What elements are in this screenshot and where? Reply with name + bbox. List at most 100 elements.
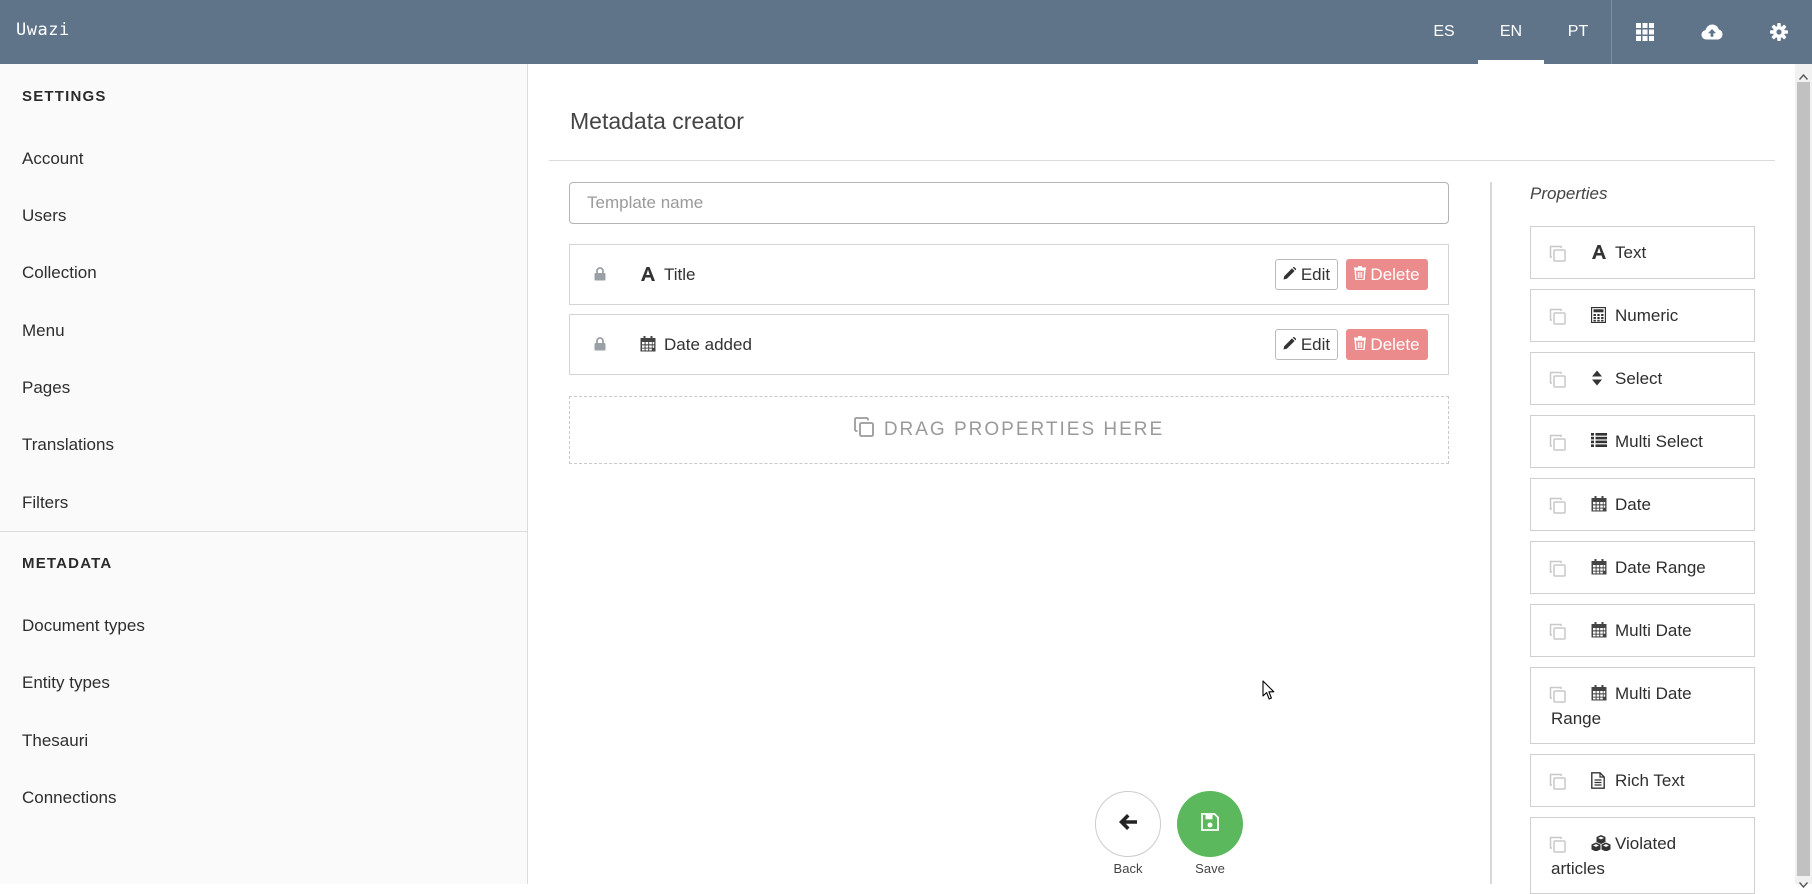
property-option-date-range[interactable]: Date Range	[1530, 541, 1755, 594]
sort-icon	[1591, 370, 1603, 391]
property-row-title[interactable]: Title Edit Delete	[569, 244, 1449, 305]
sidebar-item-filters[interactable]: Filters	[22, 493, 68, 513]
property-option-numeric[interactable]: Numeric	[1530, 289, 1755, 342]
settings-heading: SETTINGS	[22, 88, 107, 105]
language-es[interactable]: ES	[1411, 0, 1477, 64]
sidebar-item-document-types[interactable]: Document types	[22, 616, 145, 636]
cubes-icon	[1591, 835, 1611, 856]
properties-heading: Properties	[1530, 184, 1608, 203]
back-label: Back	[1113, 861, 1143, 876]
calendar-icon	[1591, 622, 1607, 643]
property-label: Date added	[664, 335, 752, 354]
property-dropzone[interactable]: DRAG PROPERTIES HERE	[569, 396, 1449, 464]
copy-icon	[1549, 308, 1566, 330]
top-navbar: Uwazi ES EN PT	[0, 0, 1812, 64]
property-option-label: Multi Select	[1615, 432, 1703, 451]
settings-sidebar: SETTINGS Account Users Collection Menu P…	[0, 64, 528, 884]
mouse-pointer-icon	[1262, 680, 1275, 706]
dropzone-label: DRAG PROPERTIES HERE	[883, 419, 1165, 440]
scroll-down-arrow-icon[interactable]	[1798, 875, 1809, 893]
file-text-icon	[1591, 772, 1605, 794]
property-option-label: Multi Date	[1615, 684, 1692, 703]
copy-icon	[1549, 686, 1566, 708]
sidebar-item-translations[interactable]: Translations	[22, 435, 114, 455]
sidebar-item-connections[interactable]: Connections	[22, 788, 117, 808]
scrollbar-thumb[interactable]	[1797, 82, 1810, 876]
property-option-label: Rich Text	[1615, 771, 1685, 790]
property-option-label: Violated	[1615, 834, 1677, 853]
template-name-input[interactable]	[569, 182, 1449, 224]
panel-divider	[1490, 182, 1492, 884]
copy-icon	[1549, 245, 1566, 267]
edit-label: Edit	[1300, 334, 1331, 354]
save-button[interactable]	[1177, 791, 1243, 857]
title-divider	[549, 160, 1775, 161]
edit-label: Edit	[1300, 264, 1331, 284]
trash-icon	[1354, 335, 1367, 355]
sidebar-item-entity-types[interactable]: Entity types	[22, 673, 110, 693]
property-option-label: Multi Date	[1615, 621, 1692, 640]
sidebar-item-pages[interactable]: Pages	[22, 378, 70, 398]
property-option-text[interactable]: Text	[1530, 226, 1755, 279]
property-option-label: Text	[1615, 243, 1647, 262]
property-option-label-line2: Range	[1551, 709, 1602, 728]
copy-icon	[1549, 434, 1566, 456]
page-title: Metadata creator	[570, 108, 744, 134]
metadata-heading: METADATA	[22, 555, 113, 572]
property-option-label: Select	[1615, 369, 1663, 388]
cloud-upload-icon[interactable]	[1679, 0, 1745, 64]
calendar-icon	[1591, 685, 1607, 706]
calculator-icon	[1590, 306, 1607, 328]
pencil-icon	[1283, 265, 1297, 285]
property-row-date-added[interactable]: Date added Edit Delete	[569, 314, 1449, 375]
gear-icon[interactable]	[1746, 0, 1812, 64]
trash-icon	[1354, 265, 1367, 285]
copy-icon	[1549, 836, 1566, 858]
lock-icon	[594, 337, 606, 356]
save-label: Save	[1195, 861, 1225, 876]
back-button[interactable]	[1095, 791, 1161, 857]
floppy-disk-icon	[1201, 812, 1219, 836]
delete-label: Delete	[1370, 264, 1420, 284]
sidebar-item-users[interactable]: Users	[22, 206, 66, 226]
sidebar-item-collection[interactable]: Collection	[22, 263, 97, 283]
language-pt[interactable]: PT	[1545, 0, 1611, 64]
font-icon	[1591, 244, 1607, 265]
calendar-icon	[1591, 559, 1607, 580]
delete-button[interactable]: Delete	[1346, 259, 1428, 290]
language-en[interactable]: EN	[1478, 0, 1544, 64]
delete-label: Delete	[1370, 334, 1420, 354]
property-option-label: Date Range	[1615, 558, 1706, 577]
lock-icon	[594, 267, 606, 286]
sidebar-item-thesauri[interactable]: Thesauri	[22, 731, 88, 751]
calendar-icon	[1591, 496, 1607, 517]
grid-icon[interactable]	[1612, 0, 1678, 64]
sidebar-item-menu[interactable]: Menu	[22, 321, 65, 341]
edit-button[interactable]: Edit	[1275, 259, 1338, 290]
calendar-icon	[640, 336, 656, 357]
property-option-multi-date-range[interactable]: Multi Date Range	[1530, 667, 1755, 744]
copy-icon	[1549, 623, 1566, 645]
app-brand[interactable]: Uwazi	[16, 20, 70, 40]
property-option-rich-text[interactable]: Rich Text	[1530, 754, 1755, 807]
sidebar-item-account[interactable]: Account	[22, 149, 83, 169]
property-option-multi-date[interactable]: Multi Date	[1530, 604, 1755, 657]
list-icon	[1591, 433, 1607, 452]
property-option-violated-articles[interactable]: Violated articles	[1530, 817, 1755, 894]
arrow-left-icon	[1118, 813, 1138, 836]
font-icon	[640, 266, 656, 287]
copy-icon	[1549, 560, 1566, 582]
property-option-multi-select[interactable]: Multi Select	[1530, 415, 1755, 468]
copy-icon	[1549, 497, 1566, 519]
sidebar-divider	[0, 531, 527, 532]
page-scrollbar[interactable]	[1795, 64, 1812, 889]
pencil-icon	[1283, 335, 1297, 355]
property-option-label: Numeric	[1615, 306, 1679, 325]
edit-button[interactable]: Edit	[1275, 329, 1338, 360]
property-option-select[interactable]: Select	[1530, 352, 1755, 405]
delete-button[interactable]: Delete	[1346, 329, 1428, 360]
property-option-date[interactable]: Date	[1530, 478, 1755, 531]
copy-icon	[1549, 773, 1566, 795]
property-option-label: Date	[1615, 495, 1651, 514]
copy-icon	[1549, 371, 1566, 393]
